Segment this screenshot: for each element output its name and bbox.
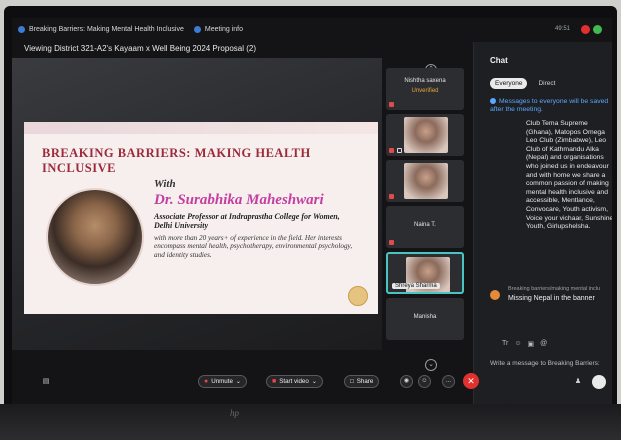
share-label: Share	[356, 378, 374, 385]
viewing-label: Viewing District 321-A2's Kayaam x Well …	[24, 44, 257, 53]
tab-everyone[interactable]: Everyone	[490, 78, 528, 89]
chat-heading: Chat	[490, 56, 508, 65]
participant-tile[interactable]: Naina T.	[386, 206, 464, 248]
speaker-photo	[46, 188, 144, 286]
info-icon	[193, 25, 201, 33]
chat-input[interactable]: Write a message to Breaking Barriers:	[490, 360, 600, 367]
meeting-info-label: Meeting info	[204, 25, 243, 33]
mention-icon[interactable]: @	[540, 340, 547, 348]
hp-logo: hp	[230, 408, 239, 418]
tab-direct[interactable]: Direct	[533, 78, 560, 89]
chat-toggle-icon[interactable]	[592, 375, 606, 389]
message-text: Missing Nepal in the banner	[508, 295, 595, 302]
participant-video	[404, 117, 448, 153]
chevron-down-icon: ⌄	[311, 378, 317, 385]
muted-mic-icon	[389, 240, 394, 245]
slide-title: BREAKING BARRIERS: MAKING HEALTH INCLUSI…	[42, 146, 311, 175]
meeting-info-button[interactable]: Meeting info	[193, 25, 243, 33]
speaker-name: Dr. Surabhika Maheshwari	[154, 192, 324, 208]
captions-icon[interactable]: ▤	[40, 376, 52, 388]
participant-name: Shreya Sharma	[392, 283, 440, 289]
message-sender: Breaking barriers/making mental inclu	[508, 286, 601, 292]
format-toolbar: Tr ☺ ▣ @	[502, 340, 547, 348]
slide-stripe	[24, 122, 378, 134]
camera-icon	[397, 148, 402, 153]
chat-notice-text: Messages to everyone will be saved after…	[490, 98, 609, 113]
muted-mic-icon	[389, 194, 394, 199]
laptop-base	[0, 404, 621, 440]
start-video-button[interactable]: ■ Start video ⌄	[266, 375, 323, 388]
meeting-title: Breaking Barriers: Making Mental Health …	[29, 25, 184, 33]
participant-name: Manisha	[413, 314, 437, 320]
gif-icon[interactable]: ▣	[528, 340, 535, 348]
bottom-controls: ▤ ● Unmute ⌄ ■ Start video ⌄ □ Share ◉ ☺…	[12, 358, 606, 404]
close-window-icon[interactable]	[581, 25, 590, 34]
shared-slide: BREAKING BARRIERS: MAKING HEALTH INCLUSI…	[24, 122, 378, 314]
more-options-button[interactable]: ...	[442, 375, 455, 388]
leave-meeting-button[interactable]: ✕	[463, 373, 479, 389]
share-icon: □	[350, 378, 354, 385]
muted-mic-icon	[389, 148, 394, 153]
info-icon	[490, 98, 496, 105]
participant-video	[404, 163, 448, 199]
maximize-window-icon[interactable]	[593, 25, 602, 34]
top-bar: Breaking Barriers: Making Mental Health …	[12, 18, 612, 40]
text-format-icon[interactable]: Tr	[502, 340, 508, 348]
participant-tile[interactable]	[386, 114, 464, 156]
speaker-bio: with more than 20 years+ of experience i…	[154, 234, 353, 259]
unverified-badge: Unverified	[411, 88, 439, 94]
chat-panel: Chat Everyone Direct Messages to everyon…	[473, 42, 612, 404]
unmute-button[interactable]: ● Unmute ⌄	[198, 375, 248, 388]
video-off-icon: ■	[272, 378, 277, 385]
webex-icon	[18, 25, 25, 33]
club-logo	[348, 286, 368, 306]
screen: Breaking Barriers: Making Mental Health …	[12, 18, 612, 404]
participant-tile[interactable]: Nishtha saxena Unverified	[386, 68, 464, 110]
speaker-role: Associate Professor at Indraprastha Coll…	[154, 212, 340, 230]
slide-with: With	[154, 178, 176, 190]
avatar	[490, 290, 500, 300]
meeting-title-tab[interactable]: Breaking Barriers: Making Mental Health …	[18, 25, 184, 33]
unmute-label: Unmute	[211, 378, 233, 385]
participant-tile[interactable]	[386, 160, 464, 202]
emoji-icon[interactable]: ☺	[514, 340, 521, 348]
meeting-timer: 49:51	[554, 26, 570, 32]
participants-icon[interactable]: ♟	[572, 376, 584, 388]
participant-name: Nishtha saxena	[404, 78, 446, 84]
muted-mic-icon	[389, 102, 394, 107]
participant-tile[interactable]: Manisha	[386, 298, 464, 340]
reactions-icon[interactable]: ☺	[418, 375, 431, 388]
chat-message: Club Tema Supreme (Ghana), Matopos Omega…	[526, 120, 612, 231]
chat-tabs: Everyone Direct	[490, 78, 560, 89]
chat-notice: Messages to everyone will be saved after…	[490, 98, 612, 114]
chevron-down-icon: ⌄	[235, 378, 242, 385]
start-video-label: Start video	[279, 378, 309, 385]
muted-mic-icon: ●	[204, 378, 209, 385]
share-button[interactable]: □ Share	[344, 375, 380, 388]
participant-name: Naina T.	[414, 222, 436, 228]
participant-tile-active[interactable]: Shreya Sharma	[386, 252, 464, 294]
record-icon[interactable]: ◉	[400, 375, 413, 388]
